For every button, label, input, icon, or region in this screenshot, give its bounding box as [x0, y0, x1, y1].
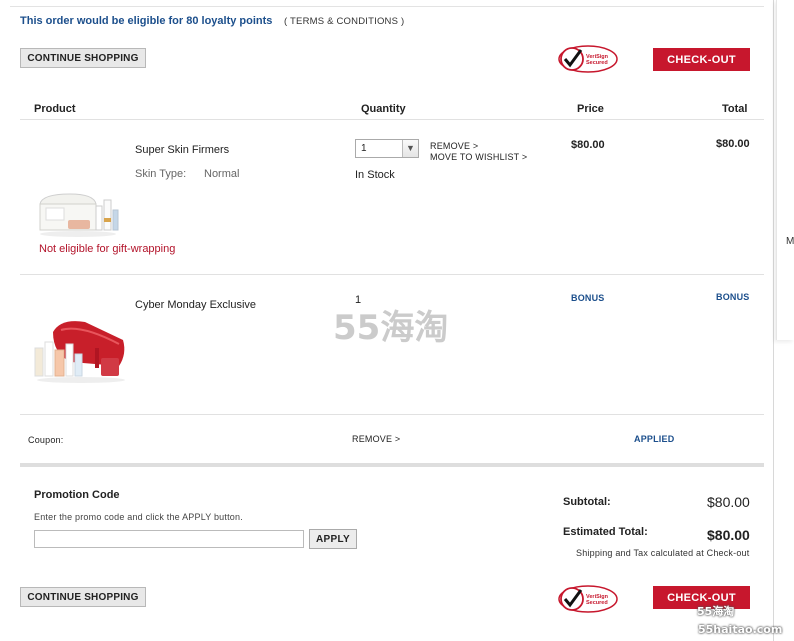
header-product: Product — [34, 103, 76, 115]
gift-wrap-note: Not eligible for gift-wrapping — [39, 243, 176, 255]
top-divider — [10, 6, 764, 7]
item-price: BONUS — [571, 293, 605, 303]
estimated-total-label: Estimated Total: — [563, 526, 648, 538]
estimated-total-value: $80.00 — [707, 527, 750, 543]
coupon-label: Coupon: — [28, 435, 64, 445]
header-total: Total — [722, 103, 748, 115]
coupon-status: APPLIED — [634, 434, 675, 444]
verisign-seal-icon: VeriSign Secured — [558, 45, 618, 73]
row-divider — [20, 414, 764, 415]
header-divider — [20, 119, 764, 120]
quantity-value: 1 — [361, 143, 367, 154]
shipping-tax-note: Shipping and Tax calculated at Check-out — [576, 548, 750, 558]
gift-bag-image — [34, 321, 125, 383]
verisign-line2: Secured — [586, 60, 608, 66]
header-price: Price — [577, 103, 604, 115]
watermark-corner-line2: 55haitao.com — [698, 623, 783, 636]
continue-shopping-button-bottom[interactable]: CONTINUE SHOPPING — [20, 587, 146, 607]
section-divider — [20, 463, 764, 467]
subtotal-value: $80.00 — [707, 494, 750, 510]
watermark-corner-line1: 55海淘 — [697, 605, 735, 618]
row-divider — [20, 274, 764, 275]
subtotal-label: Subtotal: — [563, 496, 611, 508]
item-name[interactable]: Super Skin Firmers — [135, 144, 229, 156]
continue-shopping-button-top[interactable]: CONTINUE SHOPPING — [20, 48, 146, 68]
skincare-kit-image — [39, 193, 119, 237]
side-panel — [776, 0, 794, 340]
apply-button[interactable]: APPLY — [309, 529, 357, 549]
coupon-remove-link[interactable]: REMOVE > — [352, 434, 400, 444]
item-price: $80.00 — [571, 139, 605, 151]
promo-title: Promotion Code — [34, 489, 120, 501]
item-total: $80.00 — [716, 138, 750, 150]
stock-status: In Stock — [355, 169, 395, 181]
watermark-center: 55海淘 — [333, 308, 449, 348]
verisign-seal-icon: VeriSign Secured — [558, 585, 618, 613]
quantity-select[interactable]: 1 ▼ — [355, 139, 419, 158]
item-name[interactable]: Cyber Monday Exclusive — [135, 299, 256, 311]
loyalty-message: This order would be eligible for 80 loya… — [20, 15, 273, 27]
side-panel-letter: M — [786, 236, 794, 247]
item-total: BONUS — [716, 292, 750, 302]
remove-link[interactable]: REMOVE > — [430, 141, 478, 151]
checkout-button-top[interactable]: CHECK-OUT — [653, 48, 750, 71]
verisign-line2: Secured — [586, 600, 608, 606]
move-to-wishlist-link[interactable]: MOVE TO WISHLIST > — [430, 152, 527, 162]
promo-hint: Enter the promo code and click the APPLY… — [34, 512, 243, 522]
promo-code-input[interactable] — [34, 530, 304, 548]
item-attr-label: Skin Type: — [135, 168, 187, 180]
header-quantity: Quantity — [361, 103, 406, 115]
terms-link[interactable]: ( TERMS & CONDITIONS ) — [284, 16, 404, 27]
item-attr-value: Normal — [204, 168, 240, 180]
chevron-down-icon[interactable]: ▼ — [402, 140, 418, 157]
